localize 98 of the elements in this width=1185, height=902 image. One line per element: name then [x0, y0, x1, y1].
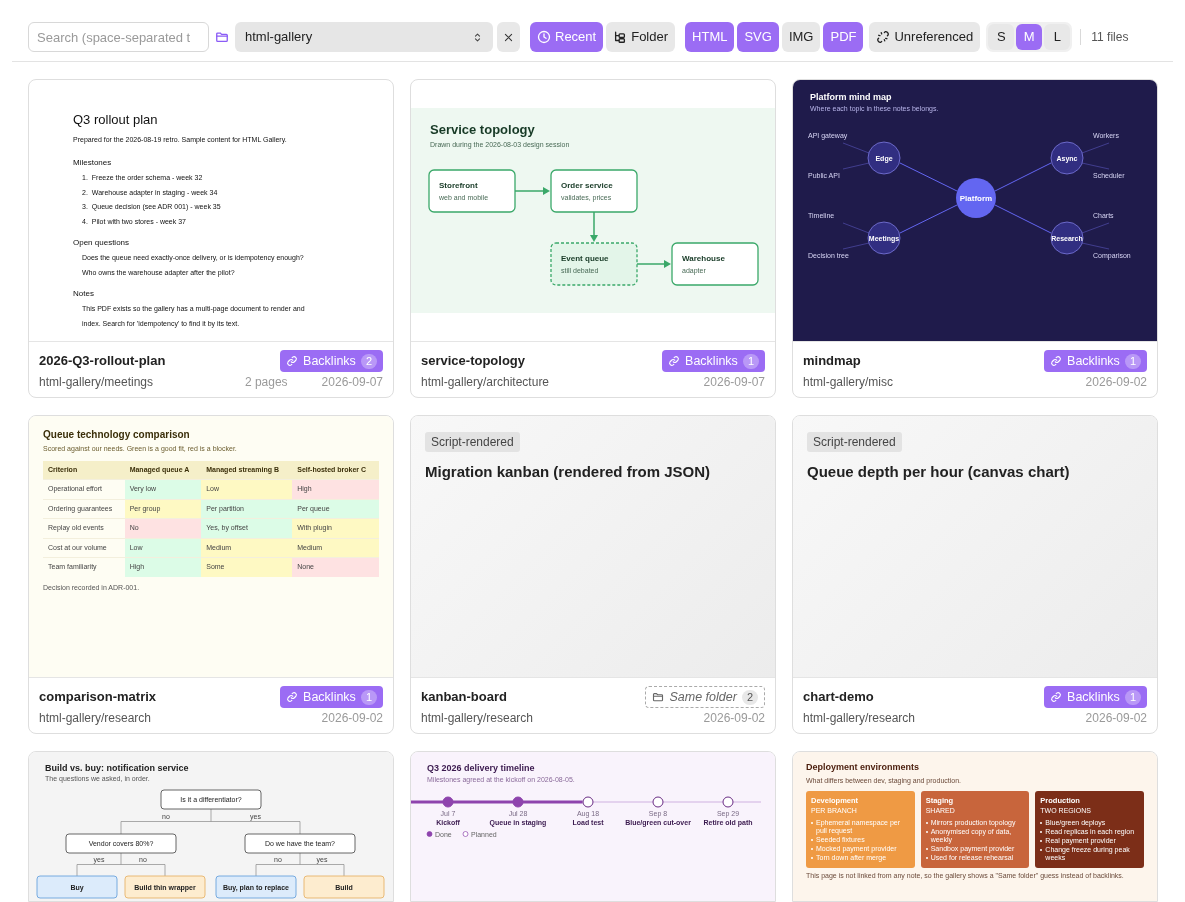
leaf-line [1081, 142, 1110, 154]
link-icon [286, 691, 299, 703]
file-date: 2026-09-02 [321, 710, 383, 727]
file-path: html-gallery/research [421, 710, 535, 727]
document-title: Q3 rollout plan [73, 111, 159, 129]
topic-node [1050, 221, 1084, 255]
leaf-line [1081, 222, 1110, 234]
unreferenced-toggle[interactable]: Unreferenced [869, 22, 981, 52]
folder-icon [215, 30, 229, 44]
branch-line [899, 162, 958, 192]
count-badge: 1 [742, 353, 759, 369]
leaf-line [1081, 162, 1110, 170]
link-icon [1050, 355, 1063, 367]
center-label: Platform [959, 194, 993, 203]
branch-line [994, 204, 1052, 234]
type-filter[interactable]: SVG [737, 22, 779, 52]
file-title: service-topology [421, 352, 526, 371]
legend-marker [426, 831, 433, 837]
backlinks-button[interactable]: Backlinks 1 [1044, 686, 1147, 708]
chevron-updown-icon [472, 31, 483, 43]
table-title: Queue technology comparison [43, 428, 191, 442]
file-date: 2026-09-02 [703, 710, 765, 727]
flow-arrow [636, 260, 671, 268]
leaf-line [842, 162, 870, 170]
branch-line [994, 162, 1052, 192]
file-path: html-gallery/research [803, 710, 917, 727]
flow-arrow [590, 211, 598, 242]
script-tag: Script-rendered [425, 432, 520, 452]
file-title: kanban-board [421, 688, 507, 707]
leaf-line [842, 142, 870, 154]
node-title: Event queue [561, 254, 609, 263]
node-title: Order service [561, 181, 613, 190]
topic-node [1050, 141, 1084, 175]
size-toggle[interactable]: L [1044, 24, 1071, 50]
center-node [956, 178, 996, 218]
backlinks-button[interactable]: Backlinks 1 [662, 350, 765, 372]
file-date: 2026-09-02 [1085, 710, 1147, 727]
count-badge: 1 [1124, 353, 1141, 369]
search-field[interactable]: Search (space-separated t [28, 22, 209, 52]
clear-button[interactable] [497, 22, 520, 52]
leaf-line [1081, 242, 1110, 250]
tree-icon [613, 30, 628, 44]
topic-node [867, 141, 901, 175]
link-icon [668, 355, 681, 367]
backlinks-button[interactable]: Backlinks 1 [280, 686, 383, 708]
file-title: comparison-matrix [39, 688, 157, 707]
file-path: html-gallery/meetings [39, 374, 155, 391]
script-tag: Script-rendered [807, 432, 902, 452]
file-path: html-gallery/misc [803, 374, 894, 391]
leaf-line [842, 222, 870, 234]
document-heading: Open questions [73, 237, 131, 249]
branch-line [899, 204, 958, 234]
preview-title: Migration kanban (rendered from JSON) [425, 462, 712, 482]
link-icon [286, 355, 299, 367]
backlinks-button[interactable]: Backlinks 2 [280, 350, 383, 372]
node-title: Warehouse [682, 254, 725, 263]
file-date: 2026-09-02 [1085, 374, 1147, 391]
file-title: mindmap [803, 352, 861, 371]
file-path: html-gallery/architecture [421, 374, 551, 391]
clock-icon [537, 30, 551, 44]
document-heading: Notes [73, 288, 95, 300]
folder-select[interactable]: html-gallery [235, 22, 493, 52]
leaf-line [842, 242, 870, 250]
node-title: Storefront [439, 181, 478, 190]
diagram-title: Build vs. buy: notification service [45, 763, 189, 773]
type-filter[interactable]: HTML [685, 22, 735, 52]
folder-icon [652, 691, 665, 703]
file-count: 11 files [1091, 29, 1129, 46]
diagram-title: Platform mind map [810, 92, 892, 102]
file-date: 2026-09-07 [321, 374, 383, 391]
size-toggle[interactable]: S [988, 24, 1015, 50]
count-badge: 2 [741, 689, 758, 705]
broken-link-icon [876, 30, 891, 44]
file-title: 2026-Q3-rollout-plan [39, 352, 166, 371]
diagram-title: Service topology [430, 122, 535, 137]
document-heading: Milestones [73, 157, 113, 169]
size-toggle[interactable]: M [1016, 24, 1043, 50]
diagram-title: Q3 2026 delivery timeline [427, 763, 535, 773]
close-icon [503, 31, 514, 43]
same-folder-button[interactable]: Same folder 2 [645, 686, 765, 708]
preview-title: Queue depth per hour (canvas chart) [807, 462, 1071, 482]
file-path: html-gallery/research [39, 710, 153, 727]
count-badge: 2 [360, 353, 377, 369]
link-icon [1050, 691, 1063, 703]
diagram-title: Deployment environments [806, 761, 921, 774]
file-title: chart-demo [803, 688, 874, 707]
page-count: 2 pages [244, 374, 288, 391]
count-badge: 1 [360, 689, 377, 705]
file-date: 2026-09-07 [703, 374, 765, 391]
count-badge: 1 [1124, 689, 1141, 705]
type-filter[interactable]: PDF [823, 22, 864, 52]
flow-arrow [514, 187, 550, 195]
sort-toggle[interactable]: Folder [606, 22, 676, 52]
legend-marker [462, 831, 469, 837]
backlinks-button[interactable]: Backlinks 1 [1044, 350, 1147, 372]
type-filter[interactable]: IMG [781, 22, 821, 52]
topic-node [867, 221, 901, 255]
sort-toggle[interactable]: Recent [530, 22, 604, 52]
